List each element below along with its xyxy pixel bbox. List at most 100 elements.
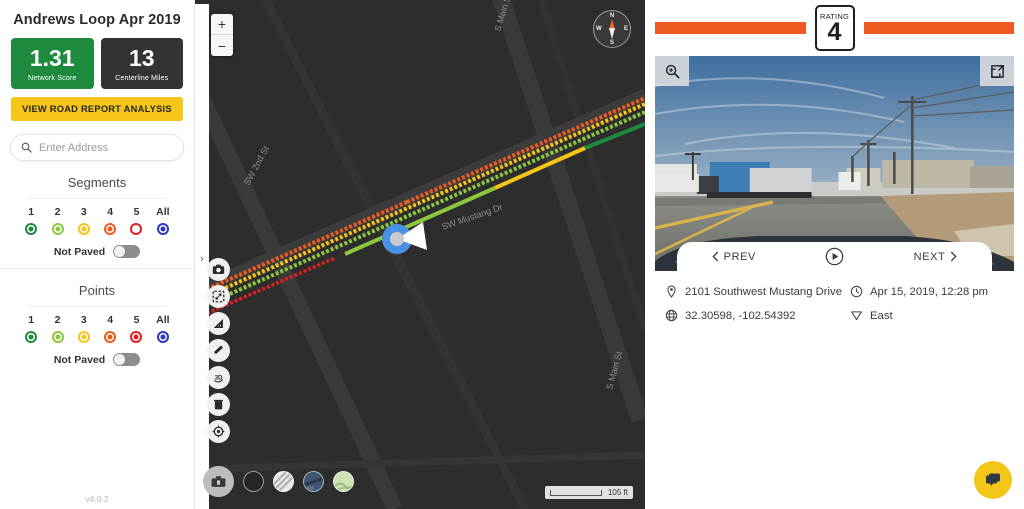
locate-icon[interactable] bbox=[207, 420, 230, 443]
segment-rating-2[interactable]: 2 bbox=[44, 206, 70, 236]
rating-radio[interactable] bbox=[25, 331, 38, 344]
basemap-dark[interactable] bbox=[243, 471, 264, 492]
coordinates-row: 32.30598, -102.54392 bbox=[665, 309, 850, 322]
app-root: Andrews Loop Apr 2019 1.31 Network Score… bbox=[0, 0, 1024, 509]
segment-rating-4[interactable]: 4 bbox=[97, 206, 123, 236]
timestamp-row: Apr 15, 2019, 12:28 pm bbox=[850, 285, 1004, 298]
rating-radio[interactable] bbox=[104, 223, 117, 236]
map-pin-icon bbox=[667, 285, 676, 298]
segments-section: Segments 1 2 3 4 5 All Not Paved bbox=[0, 161, 194, 259]
points-not-paved-row: Not Paved bbox=[0, 353, 194, 367]
radio-dot bbox=[81, 226, 87, 232]
app-version: v4.0.2 bbox=[85, 494, 109, 504]
clock-icon bbox=[850, 285, 863, 298]
segment-rating-all[interactable]: All bbox=[150, 206, 176, 236]
toolbox-icon[interactable] bbox=[203, 466, 234, 497]
point-rating-all[interactable]: All bbox=[150, 314, 176, 344]
radio-dot bbox=[28, 226, 34, 232]
basemap-terrain[interactable] bbox=[333, 471, 354, 492]
address-row: 2101 Southwest Mustang Drive bbox=[665, 285, 850, 298]
radio-dot bbox=[160, 334, 166, 340]
play-icon[interactable] bbox=[825, 247, 844, 266]
network-score-label: Network Score bbox=[28, 73, 77, 83]
timestamp-text: Apr 15, 2019, 12:28 pm bbox=[870, 285, 989, 298]
magnifier-zoom-in-icon[interactable] bbox=[655, 56, 689, 86]
rating-radio[interactable] bbox=[51, 223, 64, 236]
view-road-report-analysis-button[interactable]: VIEW ROAD REPORT ANALYSIS bbox=[11, 97, 183, 122]
segments-divider bbox=[28, 198, 166, 200]
rating-radio[interactable] bbox=[51, 331, 64, 344]
search-icon bbox=[21, 142, 32, 153]
point-rating-4[interactable]: 4 bbox=[97, 314, 123, 344]
rating-number: All bbox=[156, 314, 170, 327]
point-rating-2[interactable]: 2 bbox=[44, 314, 70, 344]
photo-metadata: 2101 Southwest Mustang Drive Apr 15, 201… bbox=[645, 271, 1024, 322]
rating-number: 2 bbox=[54, 314, 61, 327]
point-rating-3[interactable]: 3 bbox=[71, 314, 97, 344]
view-3d-icon[interactable]: 3D bbox=[207, 366, 230, 389]
radio-dot bbox=[81, 334, 87, 340]
delete-icon[interactable] bbox=[207, 393, 230, 416]
address-text: 2101 Southwest Mustang Drive bbox=[685, 285, 842, 298]
map-canvas[interactable]: SW 2nd St SW Mustang Dr S Main St S Main… bbox=[195, 0, 645, 509]
camera-icon[interactable] bbox=[207, 258, 230, 281]
segments-not-paved-label: Not Paved bbox=[53, 245, 106, 258]
measure-area-icon[interactable] bbox=[207, 312, 230, 335]
rating-radio[interactable] bbox=[77, 223, 90, 236]
street-view-photo[interactable]: PREV NEXT bbox=[655, 56, 1014, 271]
radio-dot bbox=[107, 334, 113, 340]
rating-radio[interactable] bbox=[104, 331, 117, 344]
rating-radio[interactable] bbox=[25, 223, 38, 236]
points-not-paved-toggle[interactable] bbox=[113, 353, 141, 367]
rating-radio[interactable] bbox=[77, 331, 90, 344]
toggle-knob bbox=[114, 354, 126, 366]
rating-radio[interactable] bbox=[130, 331, 143, 344]
segment-rating-3[interactable]: 3 bbox=[71, 206, 97, 236]
basemap-selector bbox=[203, 466, 354, 497]
rating-radio[interactable] bbox=[130, 223, 143, 236]
centerline-miles-value: 13 bbox=[128, 45, 155, 71]
points-divider bbox=[28, 306, 166, 308]
radio-dot bbox=[55, 334, 60, 340]
radio-dot bbox=[55, 226, 60, 232]
direction-text: East bbox=[870, 309, 893, 322]
rating-radio[interactable] bbox=[156, 223, 169, 236]
point-rating-1[interactable]: 1 bbox=[18, 314, 44, 344]
segments-not-paved-row: Not Paved bbox=[0, 245, 194, 259]
centerline-miles-label: Centerline Miles bbox=[115, 73, 169, 83]
toggle-knob bbox=[114, 246, 126, 258]
basemap-satellite[interactable] bbox=[303, 471, 324, 492]
chat-bubble-icon[interactable] bbox=[974, 461, 1012, 499]
compass-east-label: E bbox=[623, 26, 628, 32]
measure-distance-icon[interactable] bbox=[207, 339, 230, 362]
rating-number: 4 bbox=[107, 314, 114, 327]
radio-dot bbox=[107, 226, 113, 232]
zoom-in-button[interactable]: + bbox=[211, 14, 233, 35]
score-cards: 1.31 Network Score 13 Centerline Miles bbox=[0, 38, 194, 90]
prev-button[interactable]: PREV bbox=[712, 251, 756, 263]
rating-radio[interactable] bbox=[156, 331, 169, 344]
compass-south-label: S bbox=[609, 39, 615, 46]
search-input[interactable] bbox=[39, 141, 173, 154]
segment-rating-5[interactable]: 5 bbox=[123, 206, 149, 236]
open-external-icon[interactable] bbox=[980, 56, 1014, 86]
inspector-panel: RATING 4 PREV NEXT 2101 Southwest Mustan… bbox=[645, 0, 1024, 509]
segments-rating-filters: 1 2 3 4 5 All bbox=[0, 206, 194, 236]
rating-number: 1 bbox=[28, 206, 35, 219]
point-rating-5[interactable]: 5 bbox=[123, 314, 149, 344]
points-title: Points bbox=[78, 283, 116, 299]
segments-not-paved-toggle[interactable] bbox=[113, 245, 141, 259]
zoom-out-button[interactable]: − bbox=[211, 35, 233, 56]
next-button[interactable]: NEXT bbox=[914, 251, 958, 263]
rating-shield: RATING 4 bbox=[814, 5, 855, 51]
extent-icon[interactable] bbox=[207, 285, 230, 308]
centerline-miles-card: 13 Centerline Miles bbox=[100, 38, 183, 90]
rating-bar-right bbox=[863, 22, 1014, 34]
segment-rating-1[interactable]: 1 bbox=[18, 206, 44, 236]
address-search[interactable] bbox=[10, 134, 184, 162]
radio-dot bbox=[160, 226, 166, 232]
compass-control[interactable]: N E S W bbox=[593, 10, 631, 48]
rating-number: 5 bbox=[133, 314, 140, 327]
basemap-streets[interactable] bbox=[273, 471, 294, 492]
map-scale-bar: 105 ft bbox=[544, 486, 633, 499]
